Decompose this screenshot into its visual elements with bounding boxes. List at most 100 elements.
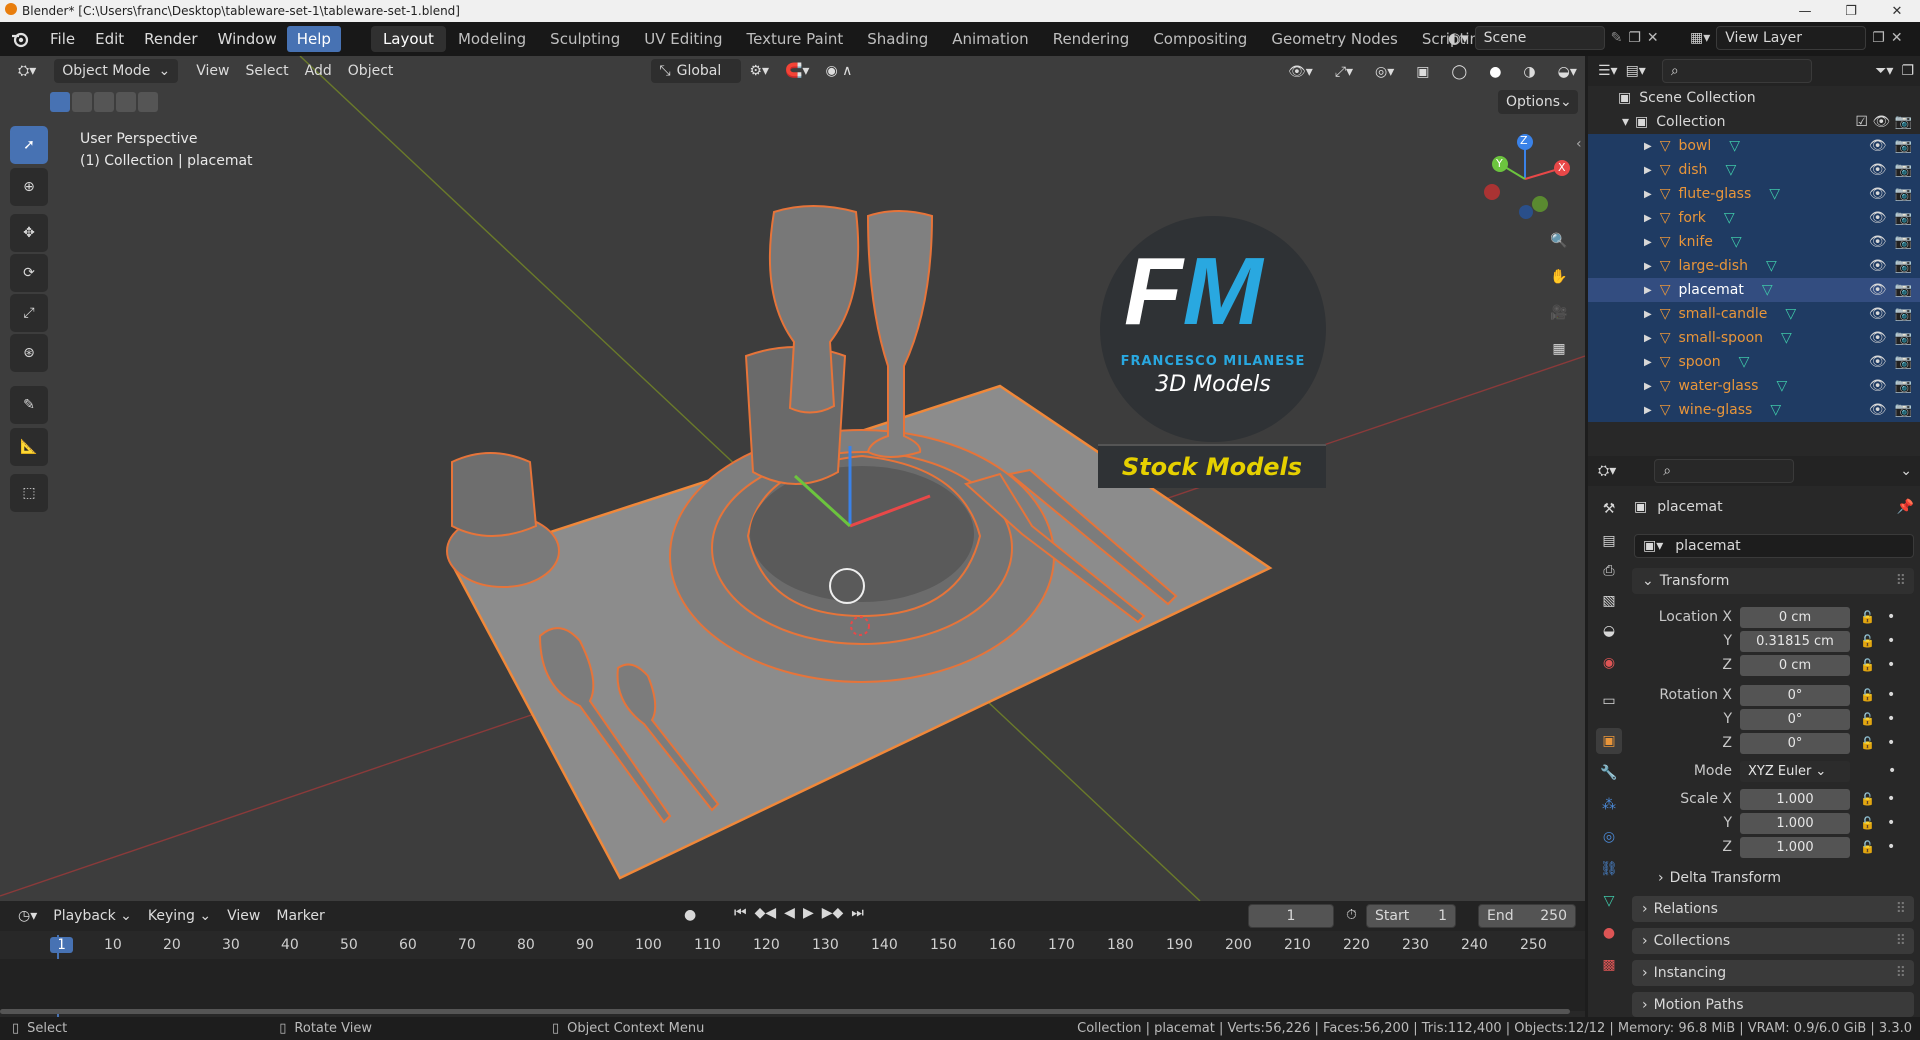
lock-icon[interactable]: 🔓 [1860,712,1875,726]
next-keyframe-icon[interactable]: ▶◆ [822,905,844,921]
expand-icon[interactable]: ▶ [1644,141,1652,152]
outliner-item-flute-glass[interactable]: ▶ ▽ flute-glass ▽ 👁 📷 [1588,182,1920,206]
material-tab[interactable]: ● [1596,920,1622,946]
keyframe-dot-icon[interactable]: • [1888,763,1896,779]
delete-view-layer-icon[interactable]: ✕ [1891,30,1903,46]
view-layer-selector[interactable]: View Layer [1716,26,1867,50]
maximize-button[interactable]: ❐ [1828,0,1874,22]
frame-ruler[interactable]: 1 10 20 30 40 50 60 70 80 90 100 110 120 130 140 150 160… [0,935,1585,957]
new-view-layer-icon[interactable]: ❐ [1872,30,1885,46]
cursor-tool[interactable]: ⊕ [10,168,48,206]
visibility-icon[interactable]: 👁 [1869,282,1887,298]
expand-icon[interactable]: ▶ [1644,165,1652,176]
data-tab[interactable]: ▽ [1596,888,1622,914]
visibility-icon[interactable]: 👁 [1869,186,1887,202]
relations-panel-header[interactable]: › Relations ⠿ [1632,896,1914,922]
render-visibility-icon[interactable]: 📷 [1895,330,1912,346]
view-menu[interactable]: View [188,59,237,83]
shading-material-icon[interactable]: ◑ [1515,60,1543,84]
annotate-tool[interactable]: ✎ [10,386,48,424]
timeline-editor[interactable]: ◷▾ Playback ⌄ Keying ⌄ View Marker ● ⏮ ◆… [0,901,1585,1017]
keyframe-dot-icon[interactable]: • [1887,711,1895,727]
motion-paths-panel-header[interactable]: › Motion Paths [1632,992,1914,1017]
expand-icon[interactable]: ▶ [1644,285,1652,296]
outliner-item-fork[interactable]: ▶ ▽ fork ▽ 👁 📷 [1588,206,1920,230]
scale-x-field[interactable]: 1.000 [1740,788,1850,810]
outliner-item-knife[interactable]: ▶ ▽ knife ▽ 👁 📷 [1588,230,1920,254]
expand-icon[interactable]: ▶ [1644,237,1652,248]
playback-menu[interactable]: Playback ⌄ [45,904,140,928]
add-menu[interactable]: Add [297,59,340,83]
render-visibility-icon[interactable]: 📷 [1895,354,1912,370]
transform-tool[interactable]: ⊛ [10,334,48,372]
select-subtract-icon[interactable] [94,92,114,112]
visibility-icon[interactable]: 👁 [1869,330,1887,346]
pivot-icon[interactable]: ⚙▾ [741,59,777,83]
play-icon[interactable]: ▶ [803,905,814,921]
keyframe-dot-icon[interactable]: • [1887,687,1895,703]
visibility-icon[interactable]: 👁▾ [1280,60,1321,84]
navigation-gizmo[interactable]: Z X Y [1480,134,1570,224]
menu-file[interactable]: File [40,26,85,52]
visibility-icon[interactable]: 👁 [1869,138,1887,154]
add-cube-tool[interactable]: ⬚ [10,474,48,512]
rotation-y-field[interactable]: 0° [1740,708,1850,730]
visibility-icon[interactable]: 👁 [1869,210,1887,226]
outliner-item-water-glass[interactable]: ▶ ▽ water-glass ▽ 👁 📷 [1588,374,1920,398]
scale-z-field[interactable]: 1.000 [1740,836,1850,858]
new-scene-icon[interactable]: ❐ [1628,30,1641,46]
object-name[interactable]: placemat [1657,499,1722,515]
keyframe-dot-icon[interactable]: • [1887,609,1895,625]
timeline-view-menu[interactable]: View [219,904,268,928]
props-type-icon[interactable]: ⛭▾ [1598,463,1616,479]
outliner[interactable]: ☰▾ ▤▾ ⌕ ⏷▾ ❐ ▣ Scene Collection ▾ ▣ Coll… [1588,56,1920,456]
collections-panel-header[interactable]: › Collections ⠿ [1632,928,1914,954]
select-box-tool[interactable]: ➚ [10,126,48,164]
transform-panel-header[interactable]: ⌄ Transform ⠿ [1632,568,1914,594]
xray-icon[interactable]: ▣ [1408,60,1437,84]
outliner-type-icon[interactable]: ☰▾ [1598,63,1618,79]
keyframe-dot-icon[interactable]: • [1887,791,1895,807]
start-frame-field[interactable]: Start 1 [1366,904,1456,928]
object-menu[interactable]: Object [340,59,402,83]
mesh-data-icon[interactable]: ▽ [1731,234,1742,250]
outliner-item-small-candle[interactable]: ▶ ▽ small-candle ▽ 👁 📷 [1588,302,1920,326]
mesh-data-icon[interactable]: ▽ [1724,210,1735,226]
visibility-icon[interactable]: 👁 [1869,402,1887,418]
marker-menu[interactable]: Marker [268,904,332,928]
output-tab[interactable]: ⎙ [1596,558,1622,584]
rotate-tool[interactable]: ⟳ [10,254,48,292]
overlay-icon[interactable]: ◎▾ [1367,60,1402,84]
expand-icon[interactable]: ▶ [1644,309,1652,320]
rotation-z-field[interactable]: 0° [1740,732,1850,754]
properties-editor[interactable]: ⛭▾ ⌕ ⌄ ⚒ ▤ ⎙ ▧ ◒ ◉ ▭ ▣ 🔧 ⁂ ◎ ⛓ ▽ ● ▩ ▣ p… [1588,456,1920,1017]
outliner-item-dish[interactable]: ▶ ▽ dish ▽ 👁 📷 [1588,158,1920,182]
scene-collection-row[interactable]: ▣ Scene Collection [1588,86,1920,110]
filter-icon[interactable]: ⏷▾ [1875,63,1893,79]
blender-menu-icon[interactable] [0,30,40,48]
tab-uv-editing[interactable]: UV Editing [632,26,734,52]
gizmo-icon[interactable]: ⤢▾ [1327,60,1361,84]
keyframe-dot-icon[interactable]: • [1887,839,1895,855]
drag-handle-icon[interactable]: ⠿ [1896,933,1906,949]
lock-icon[interactable]: 🔓 [1860,816,1875,830]
pan-button[interactable]: ✋ [1544,262,1574,292]
options-button[interactable]: Options ⌄ [1498,90,1578,114]
location-y-field[interactable]: 0.31815 cm [1740,630,1850,652]
location-x-field[interactable]: 0 cm [1740,606,1850,628]
expand-icon[interactable]: ▶ [1644,381,1652,392]
lock-icon[interactable]: 🔓 [1860,736,1875,750]
record-icon[interactable]: ● [684,907,696,923]
menu-edit[interactable]: Edit [85,26,134,52]
outliner-item-placemat[interactable]: ▶ ▽ placemat ▽ 👁 📷 [1588,278,1920,302]
outliner-item-large-dish[interactable]: ▶ ▽ large-dish ▽ 👁 📷 [1588,254,1920,278]
tab-sculpting[interactable]: Sculpting [538,26,632,52]
render-visibility-icon[interactable]: 📷 [1895,162,1912,178]
jump-start-icon[interactable]: ⏮ [734,905,747,921]
tab-layout[interactable]: Layout [370,26,446,52]
end-frame-field[interactable]: End 250 [1478,904,1576,928]
visibility-icon[interactable]: 👁 [1869,378,1887,394]
render-visibility-icon[interactable]: 📷 [1895,402,1912,418]
pin-props-icon[interactable]: 📌 [1897,499,1914,515]
outliner-item-spoon[interactable]: ▶ ▽ spoon ▽ 👁 📷 [1588,350,1920,374]
